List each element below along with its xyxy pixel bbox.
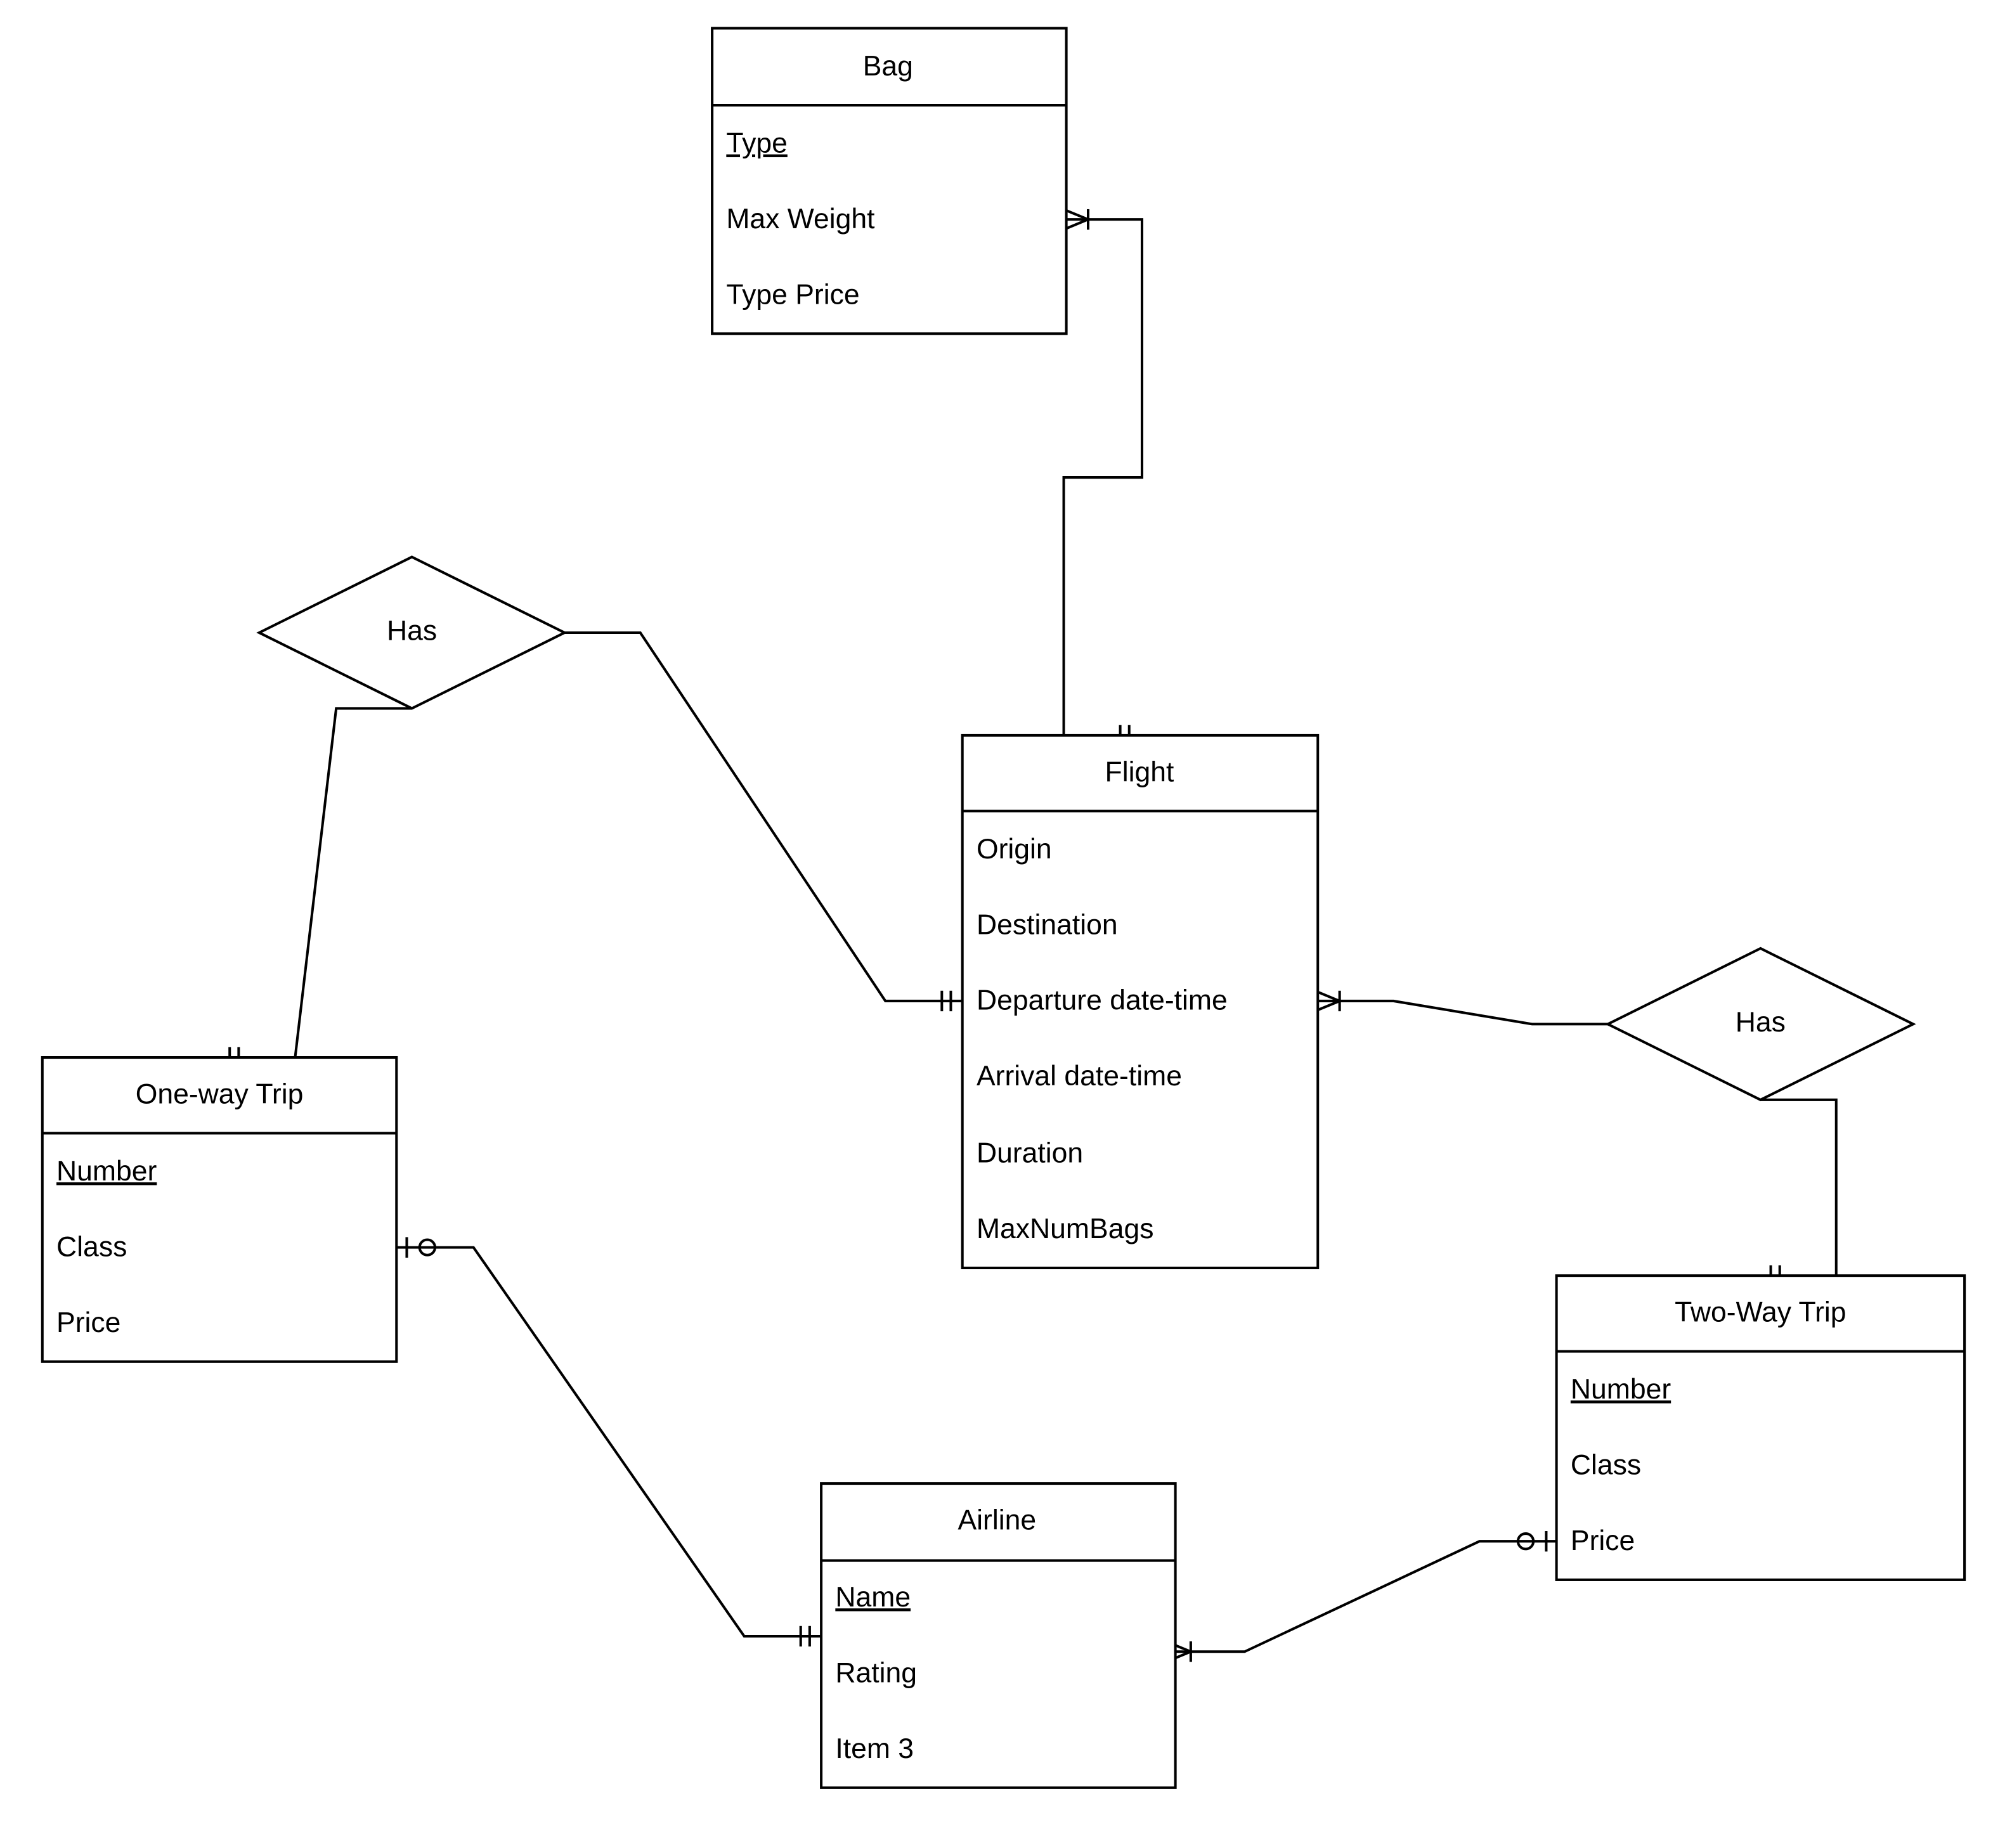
attribute: Arrival date-time <box>977 1061 1182 1092</box>
connector-has-right-two-way-trip[interactable] <box>1760 1098 1838 1276</box>
connector-has-left-flight[interactable] <box>564 631 963 1002</box>
attribute: Type Price <box>726 279 859 310</box>
entity-title: Two-Way Trip <box>1675 1297 1846 1328</box>
attribute: Departure date-time <box>977 985 1228 1016</box>
attribute: Class <box>56 1231 127 1262</box>
attribute-key: Number <box>56 1156 157 1187</box>
connector-has-left-one-way-trip[interactable] <box>294 707 412 1058</box>
connector-flight-has-right[interactable] <box>1318 999 1608 1026</box>
attribute: Item 3 <box>835 1733 914 1764</box>
entity-one-way-trip[interactable]: One-way Trip Number Class Price <box>41 1056 398 1363</box>
entity-title: Airline <box>957 1505 1036 1536</box>
attribute-key: Name <box>835 1582 911 1613</box>
attribute-key: Type <box>726 128 787 159</box>
entity-airline[interactable]: Airline Name Rating Item 3 <box>820 1482 1177 1789</box>
connector-airline-two-way-trip[interactable] <box>1175 1540 1557 1653</box>
attribute: Destination <box>977 909 1118 940</box>
entity-bag[interactable]: Bag Type Max Weight Type Price <box>711 27 1068 335</box>
er-diagram-canvas: Has Has Bag Type Max Weight Type Price F… <box>41 27 1966 1789</box>
entity-two-way-trip[interactable]: Two-Way Trip Number Class Price <box>1555 1274 1966 1581</box>
attribute: Price <box>56 1307 120 1338</box>
connector-one-way-trip-airline[interactable] <box>396 1246 822 1638</box>
entity-title: Flight <box>1105 756 1174 787</box>
attribute: Class <box>1571 1450 1641 1481</box>
connector-bag-flight[interactable] <box>1062 218 1144 735</box>
attribute: Duration <box>977 1138 1083 1169</box>
relationship-has-left[interactable]: Has <box>256 555 568 710</box>
attribute: Price <box>1571 1525 1635 1556</box>
relationship-label: Has <box>387 616 437 647</box>
entity-title: One-way Trip <box>136 1079 304 1110</box>
attribute: Max Weight <box>726 204 875 235</box>
relationship-label: Has <box>1736 1007 1786 1038</box>
attribute: Rating <box>835 1657 917 1688</box>
attribute: Origin <box>977 834 1052 865</box>
attribute: MaxNumBags <box>977 1213 1154 1244</box>
entity-title: Bag <box>863 51 913 82</box>
relationship-has-right[interactable]: Has <box>1605 947 1916 1102</box>
attribute-key: Number <box>1571 1374 1671 1405</box>
entity-flight[interactable]: Flight Origin Destination Departure date… <box>961 733 1320 1270</box>
